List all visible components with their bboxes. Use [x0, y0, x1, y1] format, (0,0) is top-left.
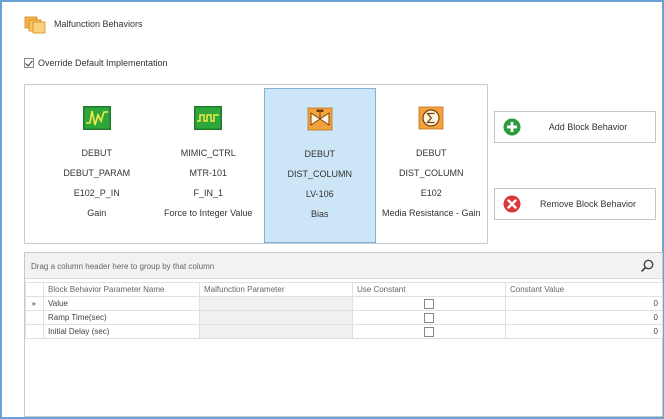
block-behavior-name: Media Resistance - Gain [381, 208, 481, 218]
table-row[interactable]: Ramp Time(sec) 0 [25, 310, 663, 325]
parameter-name-cell[interactable]: Value [43, 296, 200, 311]
x-circle-icon [503, 195, 521, 213]
remove-block-behavior-button[interactable]: Remove Block Behavior [494, 188, 656, 220]
block-module-name: DEBUT_PARAM [63, 168, 131, 178]
folder-stack-icon [24, 16, 46, 34]
block-module-name: MTR-101 [189, 168, 227, 178]
parameters-table: Block Behavior Parameter Name Malfunctio… [25, 282, 663, 339]
use-constant-cell[interactable] [352, 324, 506, 339]
column-header[interactable]: Use Constant [352, 282, 506, 297]
block-behavior-name: Force to Integer Value [164, 208, 253, 218]
block-list-panel: DEBUT DEBUT_PARAM E102_P_IN Gain MIMIC_C… [24, 84, 488, 244]
malfunction-behaviors-window: Malfunction Behaviors Override Default I… [0, 0, 664, 419]
column-header[interactable]: Malfunction Parameter [199, 282, 353, 297]
override-checkbox-box[interactable] [24, 58, 34, 68]
row-indicator [25, 310, 44, 325]
malfunction-parameter-cell[interactable] [199, 324, 353, 339]
malfunction-parameter-cell[interactable] [199, 310, 353, 325]
sum-icon [418, 106, 444, 130]
block-module-name: DIST_COLUMN [287, 169, 353, 179]
override-checkbox-label: Override Default Implementation [38, 58, 168, 68]
row-indicator: ▸ [25, 296, 44, 311]
block-tag-name: E102 [420, 188, 442, 198]
search-icon[interactable] [641, 259, 654, 272]
waveform-icon [82, 106, 111, 130]
block-item[interactable]: DEBUT DIST_COLUMN E102 Media Resistance … [376, 88, 488, 243]
valve-icon [307, 107, 333, 131]
constant-value-cell[interactable]: 0 [505, 324, 663, 339]
constant-value-cell[interactable]: 0 [505, 310, 663, 325]
remove-block-behavior-label: Remove Block Behavior [539, 199, 637, 209]
group-by-panel[interactable]: Drag a column header here to group by th… [25, 253, 662, 279]
use-constant-checkbox[interactable] [424, 298, 434, 309]
block-tag-name: F_IN_1 [193, 188, 223, 198]
group-by-hint: Drag a column header here to group by th… [31, 262, 215, 271]
block-behavior-name: Gain [87, 208, 107, 218]
block-model-name: DEBUT [81, 148, 112, 158]
add-block-behavior-button[interactable]: Add Block Behavior [494, 111, 656, 143]
parameter-name-cell[interactable]: Initial Delay (sec) [43, 324, 200, 339]
use-constant-checkbox[interactable] [424, 312, 434, 323]
column-header[interactable]: Block Behavior Parameter Name [43, 282, 200, 297]
use-constant-cell[interactable] [352, 310, 506, 325]
add-block-behavior-label: Add Block Behavior [548, 122, 628, 132]
table-row[interactable]: ▸ Value 0 [25, 296, 663, 311]
row-indicator [25, 324, 44, 339]
plus-circle-icon [503, 118, 521, 136]
malfunction-parameter-cell[interactable] [199, 296, 353, 311]
block-model-name: DEBUT [304, 149, 336, 159]
block-tag-name: E102_P_IN [73, 188, 120, 198]
digital-signal-icon [194, 106, 223, 130]
parameter-name-cell[interactable]: Ramp Time(sec) [43, 310, 200, 325]
behavior-parameters-grid: Drag a column header here to group by th… [24, 252, 663, 417]
block-model-name: DEBUT [416, 148, 447, 158]
override-default-implementation-checkbox[interactable]: Override Default Implementation [24, 58, 168, 68]
block-behavior-name: Bias [311, 209, 329, 219]
page-title: Malfunction Behaviors [54, 19, 143, 29]
block-tag-name: LV-106 [305, 189, 334, 199]
block-module-name: DIST_COLUMN [399, 168, 464, 178]
table-row[interactable]: Initial Delay (sec) 0 [25, 324, 663, 339]
block-item[interactable]: MIMIC_CTRL MTR-101 F_IN_1 Force to Integ… [153, 88, 265, 243]
table-header-row: Block Behavior Parameter Name Malfunctio… [25, 282, 663, 297]
block-item-selected[interactable]: DEBUT DIST_COLUMN LV-106 Bias [264, 88, 376, 243]
block-model-name: MIMIC_CTRL [180, 148, 236, 158]
use-constant-cell[interactable] [352, 296, 506, 311]
constant-value-cell[interactable]: 0 [505, 296, 663, 311]
row-indicator-header [25, 282, 44, 297]
block-item[interactable]: DEBUT DEBUT_PARAM E102_P_IN Gain [41, 88, 153, 243]
column-header[interactable]: Constant Value [505, 282, 663, 297]
use-constant-checkbox[interactable] [424, 326, 434, 337]
